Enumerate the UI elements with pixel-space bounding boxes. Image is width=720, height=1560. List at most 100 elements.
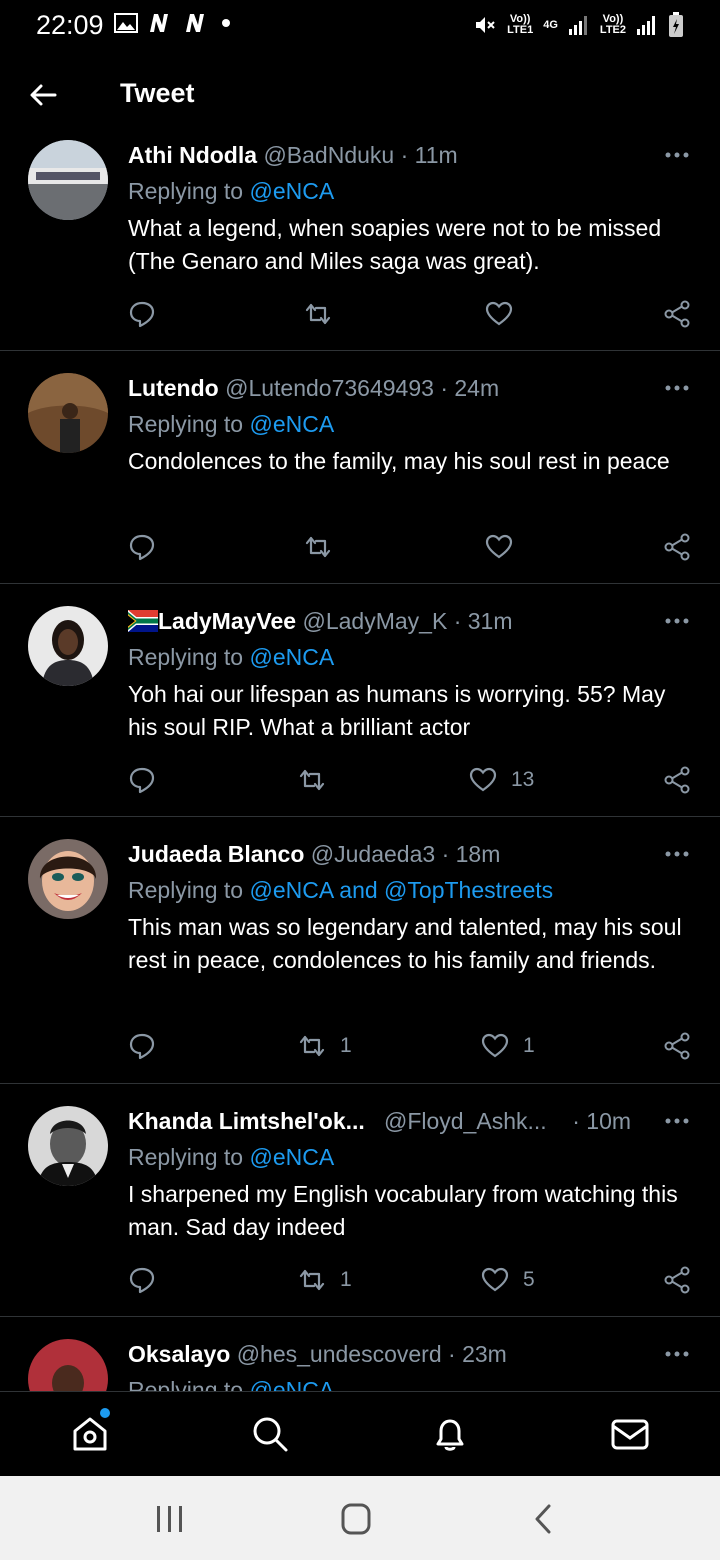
system-navigation-bar xyxy=(0,1476,720,1560)
mention-link[interactable]: @eNCA and @TopThestreets xyxy=(249,877,553,903)
avatar[interactable] xyxy=(28,1339,108,1391)
reply-button[interactable] xyxy=(128,300,156,328)
network-type: 4G xyxy=(543,18,558,31)
separator: · xyxy=(400,142,409,168)
like-count: 5 xyxy=(523,1268,535,1291)
like-button[interactable] xyxy=(485,300,513,328)
like-button[interactable]: 1 xyxy=(481,1032,535,1060)
tweet-actions: 1 1 xyxy=(128,1032,693,1062)
tweet-time: 11m xyxy=(414,142,458,168)
avatar[interactable] xyxy=(28,839,108,919)
avatar[interactable] xyxy=(28,373,108,453)
tweet-item[interactable]: Judaeda Blanco @Judaeda3 · 18m Replying … xyxy=(0,817,720,1084)
south-africa-flag-icon xyxy=(128,610,158,632)
retweet-icon xyxy=(305,536,331,558)
author-name[interactable]: Lutendo xyxy=(128,375,219,401)
dot-icon xyxy=(222,19,230,27)
share-button[interactable] xyxy=(663,766,691,794)
avatar[interactable] xyxy=(28,1106,108,1186)
retweet-button[interactable] xyxy=(304,533,332,561)
author-name[interactable]: Athi Ndodla xyxy=(128,142,257,168)
author-name[interactable]: LadyMayVee xyxy=(158,608,296,634)
heart-icon xyxy=(481,1267,509,1292)
avatar[interactable] xyxy=(28,140,108,220)
tweet-text: What a legend, when soapies were not to … xyxy=(128,215,662,274)
sim2-label: Vo)) LTE2 xyxy=(599,13,626,36)
mention-link[interactable]: @eNCA xyxy=(249,1377,334,1391)
author-handle[interactable]: @LadyMay_K xyxy=(302,608,447,634)
tweet-text: Condolences to the family, may his soul … xyxy=(128,448,670,474)
reply-button[interactable] xyxy=(128,1032,156,1060)
author-handle[interactable]: @BadNduku xyxy=(263,142,394,168)
replying-to: Replying to @eNCA xyxy=(128,178,335,204)
avatar[interactable] xyxy=(28,606,108,686)
page-title: Tweet xyxy=(120,78,195,108)
share-button[interactable] xyxy=(663,300,691,328)
gallery-icon xyxy=(114,13,138,33)
tweet-item[interactable]: LadyMayVee @LadyMay_K · 31m Replying to … xyxy=(0,584,720,817)
more-options-icon[interactable] xyxy=(664,850,690,858)
tweet-time: 10m xyxy=(586,1108,632,1134)
share-icon xyxy=(664,300,690,328)
retweet-button[interactable] xyxy=(298,766,326,794)
retweet-button[interactable]: 1 xyxy=(298,1032,352,1060)
tweet-time: 31m xyxy=(467,608,513,634)
author-handle[interactable]: @Judaeda3 xyxy=(311,841,435,867)
tweet-actions: 13 xyxy=(128,766,693,796)
replying-to: Replying to @eNCA xyxy=(128,1144,335,1170)
tweet-item[interactable]: Khanda Limtshel'ok... @Floyd_Ashk... · 1… xyxy=(0,1084,720,1317)
share-button[interactable] xyxy=(663,1266,691,1294)
retweet-button[interactable]: 1 xyxy=(298,1266,352,1294)
signal-icon xyxy=(568,16,587,35)
tweet-item[interactable]: Athi Ndodla @BadNduku · 11m Replying to … xyxy=(0,134,720,351)
reply-button[interactable] xyxy=(128,533,156,561)
share-button[interactable] xyxy=(663,533,691,561)
search-icon[interactable] xyxy=(250,1414,290,1454)
like-button[interactable]: 5 xyxy=(481,1266,535,1294)
mention-link[interactable]: @eNCA xyxy=(249,411,334,437)
mention-link[interactable]: @eNCA xyxy=(249,1144,334,1170)
author-name[interactable]: Khanda Limtshel'ok... xyxy=(128,1108,365,1134)
recent-apps-icon[interactable] xyxy=(150,1502,190,1536)
author-handle[interactable]: @hes_undescoverd xyxy=(237,1341,442,1367)
retweet-icon xyxy=(305,303,331,325)
author-handle[interactable]: @Lutendo73649493 xyxy=(225,375,434,401)
tweet-item[interactable]: Oksalayo @hes_undescoverd · 23m Replying… xyxy=(0,1317,720,1391)
more-options-icon[interactable] xyxy=(664,617,690,625)
top-app-bar: Tweet xyxy=(0,60,720,132)
separator: · xyxy=(440,375,448,401)
retweet-count: 1 xyxy=(340,1268,352,1291)
author-name[interactable]: Judaeda Blanco xyxy=(128,841,304,867)
notification-dot xyxy=(100,1408,110,1418)
comment-icon xyxy=(129,1033,155,1060)
bell-icon[interactable] xyxy=(430,1414,470,1454)
tweet-item[interactable]: Lutendo @Lutendo73649493 · 24m Replying … xyxy=(0,351,720,584)
tweet-actions xyxy=(128,300,693,330)
reply-feed[interactable]: Athi Ndodla @BadNduku · 11m Replying to … xyxy=(0,134,720,1391)
status-time: 22:09 xyxy=(36,10,104,40)
more-options-icon[interactable] xyxy=(664,384,690,392)
mail-icon[interactable] xyxy=(610,1414,650,1454)
mention-link[interactable]: @eNCA xyxy=(249,644,334,670)
share-button[interactable] xyxy=(663,1032,691,1060)
comment-icon xyxy=(129,1267,155,1294)
more-options-icon[interactable] xyxy=(664,1350,690,1358)
back-button-icon[interactable] xyxy=(524,1502,564,1536)
more-options-icon[interactable] xyxy=(664,151,690,159)
mention-link[interactable]: @eNCA xyxy=(249,178,334,204)
home-icon[interactable] xyxy=(70,1414,110,1454)
retweet-button[interactable] xyxy=(304,300,332,328)
more-options-icon[interactable] xyxy=(664,1117,690,1125)
tweet-text: I sharpened my English vocabulary from w… xyxy=(128,1181,678,1240)
reply-button[interactable] xyxy=(128,766,156,794)
replying-to: Replying to @eNCA xyxy=(128,411,335,437)
home-button-icon[interactable] xyxy=(336,1502,376,1536)
like-button[interactable]: 13 xyxy=(469,766,534,794)
like-button[interactable] xyxy=(485,533,513,561)
replying-to: Replying to @eNCA and @TopThestreets xyxy=(128,877,554,903)
author-name[interactable]: Oksalayo xyxy=(128,1341,230,1367)
back-arrow-icon[interactable] xyxy=(28,80,58,110)
reply-button[interactable] xyxy=(128,1266,156,1294)
author-handle[interactable]: @Floyd_Ashk... xyxy=(384,1108,547,1134)
signal-icon xyxy=(637,16,655,35)
